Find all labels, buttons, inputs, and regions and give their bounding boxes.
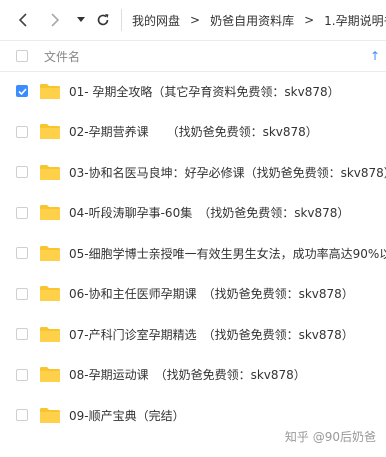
caret-down-icon	[77, 17, 85, 22]
row-checkbox[interactable]	[16, 368, 28, 381]
folder-icon	[40, 407, 60, 423]
row-checkbox[interactable]	[16, 328, 28, 341]
file-name[interactable]: 03-协和名医马良坤：好孕必修课（找奶爸免费领：skv878）	[69, 164, 386, 181]
row-checkbox[interactable]	[16, 85, 28, 98]
chevron-right-icon	[51, 13, 60, 27]
file-name[interactable]: 05-细胞学博士亲授唯一有效生男生女法，成功率高达90%以上	[69, 245, 386, 262]
file-name[interactable]: 04-听段涛聊孕事-60集 （找奶爸免费领：skv878）	[69, 204, 349, 221]
breadcrumb-item-library[interactable]: 奶爸自用资料库	[210, 12, 294, 29]
folder-icon	[40, 245, 60, 261]
file-row[interactable]: 08-孕期运动课 （找奶爸免费领：skv878）	[0, 355, 386, 396]
folder-icon	[40, 124, 60, 140]
folder-icon	[40, 164, 60, 180]
select-all-checkbox[interactable]	[16, 50, 28, 62]
file-row[interactable]: 04-听段涛聊孕事-60集 （找奶爸免费领：skv878）	[0, 193, 386, 234]
toolbar-divider	[121, 9, 122, 31]
file-row[interactable]: 07-产科门诊室孕期精选 （找奶爸免费领：skv878）	[0, 314, 386, 355]
file-name[interactable]: 01- 孕期全攻略（其它孕育资料免费领：skv878）	[69, 83, 340, 100]
breadcrumb-item-current[interactable]: 1.孕期说明书	[324, 12, 386, 29]
file-browser-window: 我的网盘 > 奶爸自用资料库 > 1.孕期说明书 文件名 ↑ 01- 孕期全攻略…	[0, 0, 386, 457]
file-name[interactable]: 09-顺产宝典（完结）	[69, 407, 185, 424]
row-checkbox[interactable]	[16, 166, 28, 179]
folder-icon	[40, 326, 60, 342]
folder-icon	[40, 205, 60, 221]
refresh-button[interactable]	[95, 9, 111, 31]
breadcrumb-item-netdisk[interactable]: 我的网盘	[132, 12, 180, 29]
file-name[interactable]: 06-协和主任医师孕期课 （找奶爸免费领：skv878）	[69, 285, 354, 302]
file-row[interactable]: 01- 孕期全攻略（其它孕育资料免费领：skv878）	[0, 71, 386, 112]
file-row[interactable]: 05-细胞学博士亲授唯一有效生男生女法，成功率高达90%以上	[0, 233, 386, 274]
file-name[interactable]: 07-产科门诊室孕期精选 （找奶爸免费领：skv878）	[69, 326, 354, 343]
file-row[interactable]: 02-孕期营养课 （找奶爸免费领：skv878）	[0, 112, 386, 153]
row-checkbox[interactable]	[16, 125, 28, 138]
row-checkbox[interactable]	[16, 409, 28, 422]
file-name[interactable]: 08-孕期运动课 （找奶爸免费领：skv878）	[69, 366, 306, 383]
file-row[interactable]: 06-协和主任医师孕期课 （找奶爸免费领：skv878）	[0, 274, 386, 315]
file-list-header: 文件名 ↑	[0, 40, 386, 72]
folder-icon	[40, 83, 60, 99]
breadcrumb: 我的网盘 > 奶爸自用资料库 > 1.孕期说明书	[132, 12, 386, 29]
back-button[interactable]	[15, 9, 31, 31]
refresh-icon	[97, 14, 109, 26]
row-checkbox[interactable]	[16, 287, 28, 300]
chevron-left-icon	[18, 13, 27, 27]
row-checkbox[interactable]	[16, 247, 28, 260]
toolbar: 我的网盘 > 奶爸自用资料库 > 1.孕期说明书	[0, 0, 386, 40]
forward-button[interactable]	[47, 9, 63, 31]
file-row[interactable]: 03-协和名医马良坤：好孕必修课（找奶爸免费领：skv878）	[0, 152, 386, 193]
watermark: 知乎 @90后奶爸	[284, 430, 376, 444]
folder-icon	[40, 367, 60, 383]
sort-up-icon[interactable]: ↑	[370, 49, 380, 63]
checkmark-icon	[17, 88, 27, 95]
row-checkbox[interactable]	[16, 206, 28, 219]
file-list: 01- 孕期全攻略（其它孕育资料免费领：skv878） 02-孕期营养课 （找奶爸…	[0, 71, 386, 436]
breadcrumb-separator: >	[304, 13, 315, 27]
column-header-filename[interactable]: 文件名	[44, 48, 80, 65]
file-name[interactable]: 02-孕期营养课 （找奶爸免费领：skv878）	[69, 123, 318, 140]
breadcrumb-separator: >	[190, 13, 201, 27]
history-dropdown-button[interactable]	[73, 9, 89, 31]
folder-icon	[40, 286, 60, 302]
